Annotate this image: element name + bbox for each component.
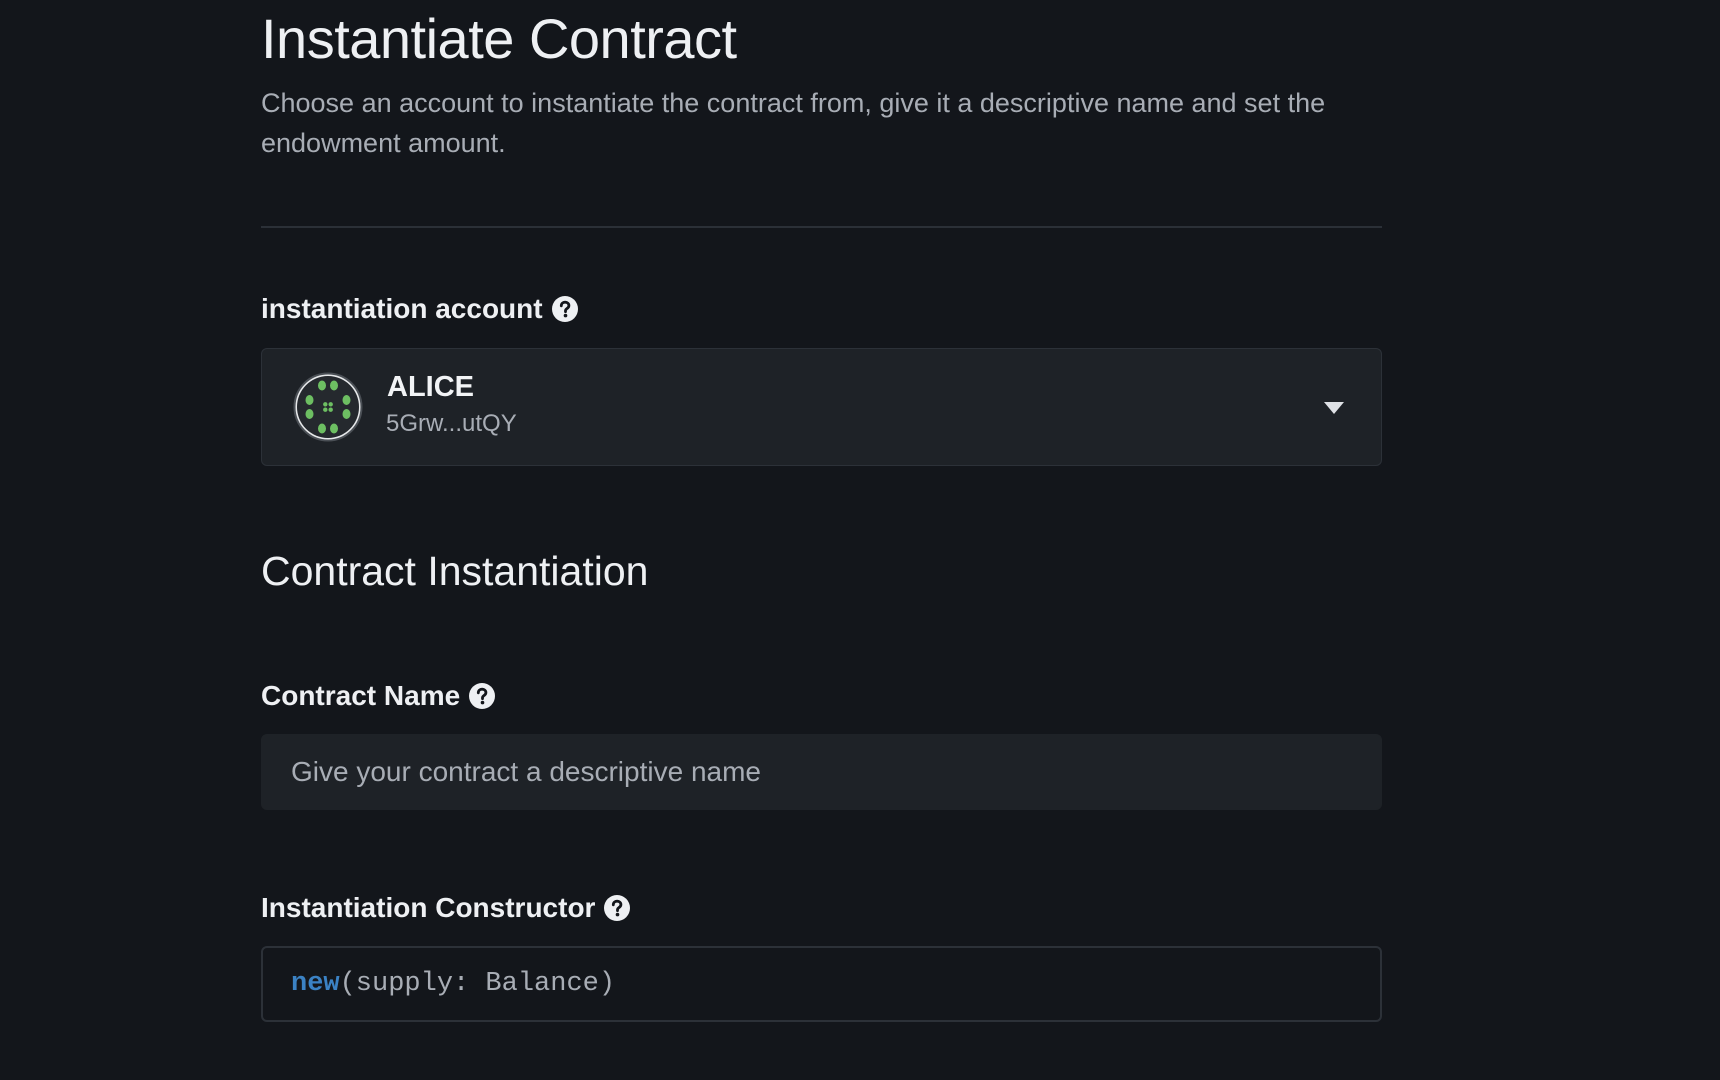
account-select-dropdown[interactable]: ALICE 5Grw...utQY	[261, 348, 1382, 466]
contract-name-label-text: Contract Name	[261, 680, 461, 711]
identicon-avatar	[293, 372, 363, 442]
account-label-text: instantiation account	[261, 293, 543, 324]
page: Instantiate Contract Choose an account t…	[0, 0, 1720, 1080]
constructor-select[interactable]: new (supply: Balance)	[261, 946, 1382, 1022]
contract-name-input[interactable]	[261, 734, 1382, 810]
chevron-down-icon[interactable]	[1323, 401, 1345, 415]
account-label: instantiation account	[261, 293, 579, 325]
help-icon[interactable]	[468, 682, 496, 710]
constructor-label: Instantiation Constructor	[261, 892, 631, 924]
section-title: Contract Instantiation	[261, 548, 649, 594]
account-address: 5Grw...utQY	[386, 410, 517, 437]
account-name: ALICE	[387, 371, 474, 403]
divider	[261, 226, 1382, 228]
constructor-label-text: Instantiation Constructor	[261, 892, 596, 923]
help-icon[interactable]	[603, 894, 631, 922]
constructor-args: (supply: Balance)	[339, 969, 616, 999]
constructor-method-name: new	[291, 969, 340, 999]
help-icon[interactable]	[551, 295, 579, 323]
page-subtitle: Choose an account to instantiate the con…	[261, 88, 1326, 158]
contract-name-label: Contract Name	[261, 680, 496, 712]
page-title: Instantiate Contract	[261, 7, 737, 70]
